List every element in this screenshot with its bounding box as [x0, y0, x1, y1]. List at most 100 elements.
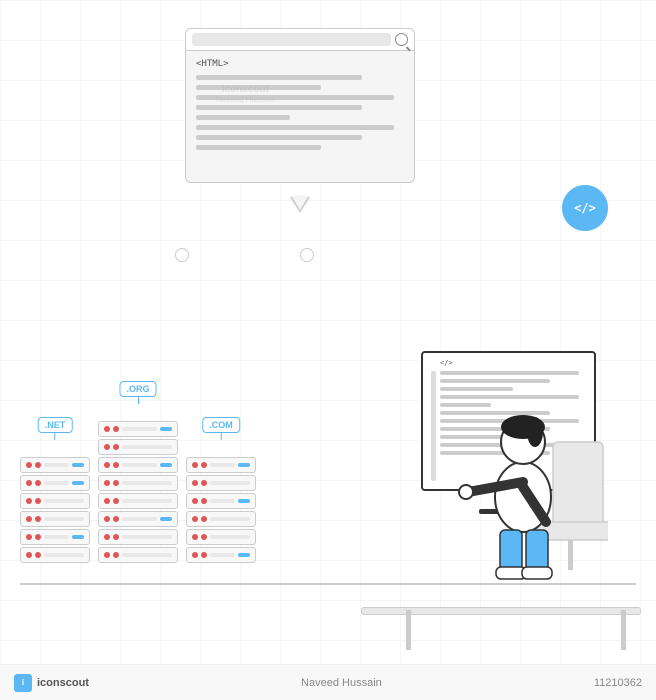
logo-text: iconscout — [37, 677, 89, 689]
srv-bar — [44, 463, 69, 467]
srv-dot — [104, 480, 110, 486]
srv-bar — [122, 553, 172, 557]
srv-dot — [113, 444, 119, 450]
srv-dot — [104, 426, 110, 432]
srv-dot — [26, 552, 32, 558]
main-container: <HTML> iconscout Naveed Hussain — [0, 0, 656, 700]
watermark: iconscout Naveed Hussain — [216, 84, 275, 104]
server-unit — [98, 511, 178, 527]
server-unit — [98, 547, 178, 563]
code-line — [196, 135, 362, 140]
srv-dot — [35, 534, 41, 540]
srv-bar — [122, 499, 172, 503]
srv-dot — [35, 552, 41, 558]
srv-bar — [210, 553, 235, 557]
srv-bar — [210, 463, 235, 467]
srv-indicator — [160, 463, 172, 467]
floor-line — [20, 583, 636, 585]
server-unit — [186, 511, 256, 527]
code-line — [196, 145, 321, 150]
net-domain-badge: .NET — [38, 417, 73, 433]
iconscout-logo: i iconscout — [14, 674, 89, 692]
srv-dot — [113, 480, 119, 486]
deco-circle-1 — [175, 248, 189, 262]
srv-dot — [26, 534, 32, 540]
srv-bar — [122, 517, 157, 521]
url-bar — [192, 33, 391, 46]
srv-dot — [192, 498, 198, 504]
server-unit — [186, 529, 256, 545]
srv-bar — [122, 445, 172, 449]
srv-indicator — [72, 463, 84, 467]
html-tag: <HTML> — [196, 59, 404, 69]
srv-dot — [201, 462, 207, 468]
bubble-tail — [290, 197, 310, 213]
srv-dot — [104, 552, 110, 558]
srv-dot — [104, 516, 110, 522]
srv-indicator — [72, 535, 84, 539]
scene: <HTML> iconscout Naveed Hussain — [0, 0, 656, 700]
srv-dot — [192, 480, 198, 486]
server-unit — [98, 421, 178, 437]
srv-bar — [210, 481, 250, 485]
server-unit — [20, 493, 90, 509]
monitor-line — [440, 371, 579, 375]
illustration-id: 11210362 — [594, 677, 642, 689]
srv-dot — [113, 462, 119, 468]
srv-bar — [44, 517, 84, 521]
srv-bar — [44, 481, 69, 485]
desk-leg-right — [621, 610, 626, 650]
srv-bar — [210, 499, 235, 503]
bottom-bar: i iconscout Naveed Hussain 11210362 — [0, 664, 656, 700]
srv-bar — [122, 427, 157, 431]
server-unit — [98, 493, 178, 509]
srv-bar — [44, 553, 84, 557]
srv-indicator — [72, 481, 84, 485]
server-stack-net: .NET — [20, 457, 90, 565]
server-unit — [98, 529, 178, 545]
com-domain-badge: .COM — [202, 417, 240, 433]
srv-dot — [192, 552, 198, 558]
server-unit — [98, 457, 178, 473]
monitor-code-tag: </> — [440, 359, 586, 367]
srv-dot — [201, 480, 207, 486]
server-unit — [186, 475, 256, 491]
code-line — [196, 125, 394, 130]
srv-dot — [192, 534, 198, 540]
server-unit — [98, 475, 178, 491]
author-name: Naveed Hussain — [301, 677, 382, 689]
browser-window: <HTML> iconscout Naveed Hussain — [185, 28, 415, 183]
server-unit — [20, 475, 90, 491]
srv-dot — [26, 498, 32, 504]
srv-bar — [122, 481, 172, 485]
srv-indicator — [238, 499, 250, 503]
srv-bar — [210, 535, 250, 539]
srv-indicator — [160, 517, 172, 521]
browser-content: <HTML> — [186, 51, 414, 163]
srv-indicator — [160, 427, 172, 431]
code-line — [196, 115, 290, 120]
server-unit — [186, 493, 256, 509]
srv-dot — [201, 516, 207, 522]
search-icon — [395, 33, 408, 46]
srv-dot — [113, 534, 119, 540]
srv-dot — [113, 426, 119, 432]
srv-dot — [113, 498, 119, 504]
srv-dot — [192, 516, 198, 522]
srv-dot — [113, 552, 119, 558]
srv-dot — [26, 480, 32, 486]
srv-dot — [201, 498, 207, 504]
server-unit — [20, 457, 90, 473]
desk-leg-left — [406, 610, 411, 650]
server-unit — [20, 511, 90, 527]
logo-icon: i — [14, 674, 32, 692]
browser-bubble: <HTML> iconscout Naveed Hussain — [185, 28, 415, 198]
code-badge: </> — [562, 185, 608, 231]
server-stack-org: .ORG — [98, 421, 178, 565]
srv-dot — [104, 462, 110, 468]
server-unit — [186, 547, 256, 563]
server-unit — [20, 529, 90, 545]
srv-dot — [104, 534, 110, 540]
srv-dot — [26, 516, 32, 522]
srv-bar — [44, 535, 69, 539]
